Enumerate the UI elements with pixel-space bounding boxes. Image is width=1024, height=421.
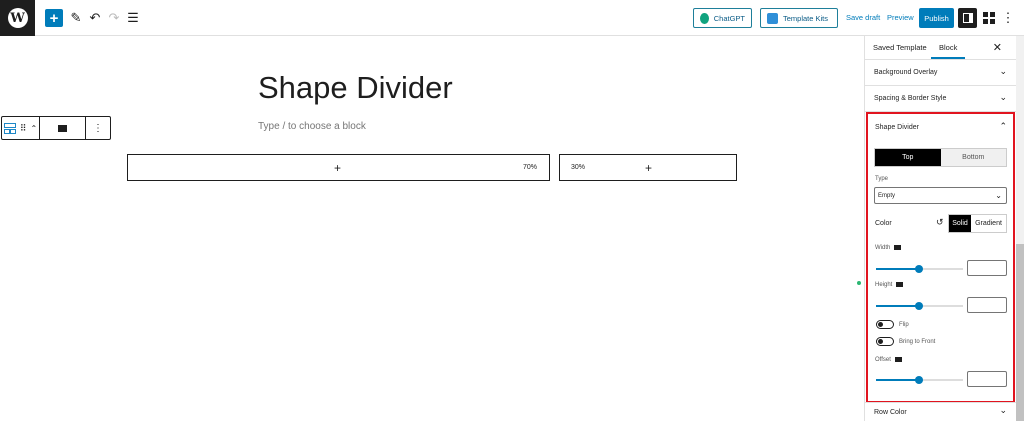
- panel-label: Background Overlay: [874, 69, 938, 76]
- post-title[interactable]: Shape Divider: [258, 70, 453, 106]
- shape-divider-title[interactable]: Shape Divider: [875, 124, 919, 131]
- block-options-button[interactable]: ⋮: [86, 117, 110, 139]
- scrollbar-thumb[interactable]: [1016, 244, 1024, 421]
- slider-handle[interactable]: [915, 376, 923, 384]
- align-icon: [58, 124, 67, 132]
- columns-icon: [3, 122, 16, 134]
- publish-button[interactable]: Publish: [919, 8, 954, 28]
- reset-icon[interactable]: ↺: [936, 217, 944, 228]
- chatgpt-icon: [700, 12, 709, 24]
- template-kits-label: Template Kits: [783, 13, 829, 23]
- desktop-icon[interactable]: [894, 245, 902, 250]
- slider-handle[interactable]: [915, 302, 923, 310]
- settings-toggle-button[interactable]: [958, 8, 977, 28]
- status-dot: [857, 281, 861, 285]
- move-up-down-icon[interactable]: ⌃: [30, 124, 37, 133]
- wordpress-logo[interactable]: W: [0, 0, 35, 36]
- tab-block[interactable]: Block: [931, 43, 966, 59]
- block-toolbar: ⠿ ⌃ ⋮: [1, 116, 111, 140]
- width-input[interactable]: [967, 260, 1007, 276]
- position-tabs: Top Bottom: [874, 148, 1007, 167]
- tab-saved-template[interactable]: Saved Template: [873, 43, 927, 52]
- desktop-icon[interactable]: [896, 282, 904, 287]
- chevron-down-icon: ⌄: [995, 191, 1002, 200]
- column-width-label: 70%: [522, 164, 537, 171]
- editor-top-bar: W + ✎ ↶ ↷ ☰ ChatGPT Template Kits Save d…: [0, 0, 1024, 36]
- align-button[interactable]: [40, 117, 86, 139]
- width-label: Width: [875, 245, 902, 251]
- offset-slider[interactable]: [876, 376, 963, 384]
- column-block[interactable]: + 70%: [127, 154, 550, 181]
- type-select[interactable]: Empty ⌄: [874, 187, 1007, 204]
- template-kits-button[interactable]: Template Kits: [760, 8, 838, 28]
- column-width-label: 30%: [571, 164, 586, 171]
- chevron-down-icon: ⌄: [999, 66, 1007, 76]
- offset-input[interactable]: [967, 371, 1007, 387]
- options-more-icon[interactable]: ⋮: [1002, 9, 1015, 27]
- drag-handle-icon[interactable]: ⠿: [20, 123, 27, 134]
- type-value: Empty: [878, 193, 896, 199]
- column-block[interactable]: 30% +: [559, 154, 737, 181]
- editor-canvas: Shape Divider ⠿ ⌃ ⋮ Type / to choose a b…: [0, 36, 864, 421]
- color-type-toggle: Solid Gradient: [948, 214, 1007, 233]
- bring-to-front-label: Bring to Front: [899, 339, 936, 345]
- chatgpt-label: ChatGPT: [713, 13, 745, 23]
- height-slider[interactable]: [876, 302, 963, 310]
- sidebar-tabs: Saved Template Block ✕: [865, 36, 1024, 60]
- add-block-icon[interactable]: +: [334, 161, 341, 175]
- solid-button[interactable]: Solid: [949, 215, 971, 232]
- plugin-icon[interactable]: [982, 9, 996, 27]
- flip-label: Flip: [899, 322, 909, 328]
- tab-bottom[interactable]: Bottom: [940, 149, 1006, 166]
- sidebar-icon: [962, 13, 973, 23]
- shape-divider-panel: Shape Divider ⌃ Top Bottom Type Empty ⌄ …: [866, 112, 1015, 403]
- desktop-icon[interactable]: [894, 357, 902, 362]
- panel-label: Row Color: [874, 409, 907, 416]
- color-label: Color: [875, 220, 892, 227]
- gradient-button[interactable]: Gradient: [971, 215, 1006, 232]
- panel-label: Spacing & Border Style: [874, 95, 947, 102]
- panel-spacing-border[interactable]: Spacing & Border Style ⌄: [865, 86, 1017, 112]
- close-icon[interactable]: ✕: [993, 41, 1002, 54]
- height-label: Height: [875, 282, 904, 288]
- pencil-icon[interactable]: ✎: [70, 9, 82, 27]
- add-block-button[interactable]: +: [45, 9, 63, 27]
- width-slider[interactable]: [876, 265, 963, 273]
- preview-button[interactable]: Preview: [887, 13, 914, 22]
- panel-background-overlay[interactable]: Background Overlay ⌄: [865, 60, 1017, 86]
- block-placeholder[interactable]: Type / to choose a block: [258, 121, 366, 132]
- bring-to-front-toggle[interactable]: [876, 337, 894, 346]
- save-draft-button[interactable]: Save draft: [846, 13, 880, 22]
- offset-label: Offset: [875, 357, 902, 363]
- chatgpt-button[interactable]: ChatGPT: [693, 8, 752, 28]
- panel-row-color[interactable]: Row Color ⌄: [865, 402, 1017, 421]
- type-label: Type: [875, 176, 889, 182]
- settings-sidebar: Saved Template Block ✕ Background Overla…: [864, 36, 1024, 421]
- block-type-button[interactable]: ⠿ ⌃: [2, 117, 40, 139]
- height-input[interactable]: [967, 297, 1007, 313]
- chevron-down-icon: ⌄: [999, 92, 1007, 102]
- chevron-up-icon[interactable]: ⌃: [999, 121, 1007, 132]
- tab-top[interactable]: Top: [875, 149, 941, 166]
- wordpress-icon: W: [7, 8, 28, 28]
- add-block-icon[interactable]: +: [645, 161, 652, 175]
- undo-icon[interactable]: ↶: [89, 9, 101, 27]
- sidebar-scrollbar[interactable]: [1016, 36, 1024, 421]
- slider-handle[interactable]: [915, 265, 923, 273]
- redo-icon[interactable]: ↷: [108, 9, 120, 27]
- list-view-icon[interactable]: ☰: [127, 9, 139, 27]
- template-kits-icon: [767, 12, 778, 24]
- chevron-down-icon: ⌄: [999, 405, 1007, 415]
- flip-toggle[interactable]: [876, 320, 894, 329]
